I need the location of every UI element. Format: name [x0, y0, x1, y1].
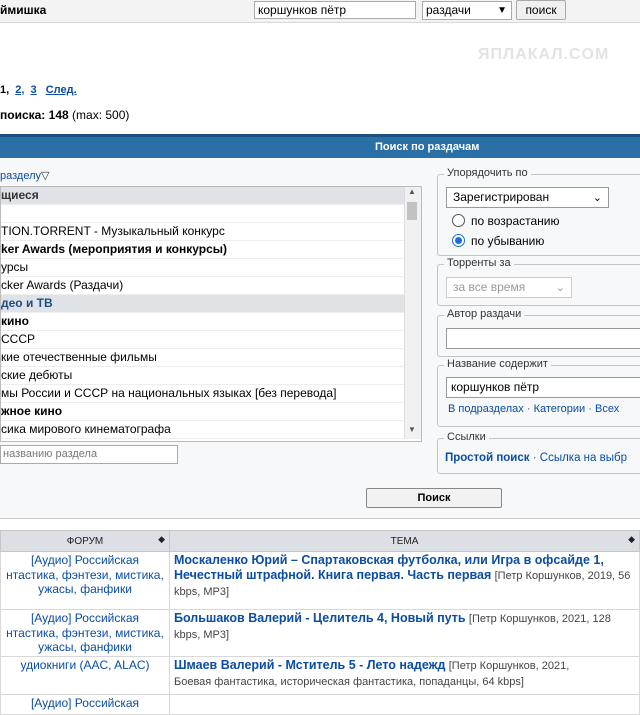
panel-header: Поиск по раздачам	[0, 134, 640, 158]
page-link-2[interactable]: 2,	[15, 84, 24, 96]
order-fieldset: Упорядочить по Зарегистрирован ⌄ по возр…	[437, 167, 640, 256]
forum-label[interactable]: разделу▽	[0, 169, 49, 182]
order-asc-label: по возрастанию	[471, 214, 560, 228]
topic-link[interactable]: Шмаев Валерий - Мститель 5 - Лето надежд	[174, 658, 445, 672]
forum-option[interactable]: кие отечественные фильмы	[1, 349, 421, 367]
links-row: Простой поиск · Ссылка на выбр	[445, 452, 627, 464]
scroll-down-icon[interactable]: ▼	[404, 425, 420, 439]
links-fieldset: Ссылки Простой поиск · Ссылка на выбр	[437, 431, 640, 474]
order-desc-label: по убыванию	[471, 234, 545, 248]
topic-cell: Большаков Валерий - Целитель 4, Новый пу…	[169, 609, 640, 657]
forum-option[interactable]: TION.TORRENT - Музыкальный конкурс	[1, 223, 421, 241]
username[interactable]: ймишка	[0, 3, 46, 17]
forum-cell[interactable]: [Аудио] Российская	[0, 693, 170, 715]
chevron-down-icon: ⌄	[555, 282, 565, 294]
next-page-link[interactable]: След.	[46, 84, 77, 96]
topic-cell: Шмаев Валерий - Мститель 5 - Лето надежд…	[169, 655, 640, 695]
forum-option[interactable]: мы России и СССР на национальных языках …	[1, 385, 421, 403]
topic-link[interactable]: Большаков Валерий - Целитель 4, Новый пу…	[174, 611, 466, 625]
sort-icon: ◆	[158, 534, 165, 544]
order-select-value: Зарегистрирован	[453, 190, 550, 204]
title-contains-input[interactable]: коршунков пётр	[446, 377, 640, 398]
forum-list-scrollbar[interactable]	[404, 187, 421, 439]
page-link-3[interactable]: 3	[31, 84, 37, 96]
forum-option[interactable]: кино	[1, 313, 421, 331]
site-watermark: ЯПЛАКАЛ.COM	[478, 46, 610, 63]
forum-option[interactable]: мы до 1990 года	[1, 439, 421, 441]
table-row: [Аудио] Российская	[0, 693, 640, 715]
table-row: [Аудио] Российская нтастика, фэнтези, ми…	[0, 609, 640, 657]
order-desc-radio[interactable]: по убыванию	[452, 234, 544, 248]
triangle-down-icon: ▽	[41, 170, 50, 182]
scroll-up-icon[interactable]: ▲	[404, 187, 420, 201]
forum-cell[interactable]: [Аудио] Российская нтастика, фэнтези, ми…	[0, 609, 170, 657]
all-option[interactable]: Всех	[595, 403, 619, 415]
top-search-input[interactable]: коршунков пётр	[254, 1, 416, 19]
radio-checked-icon	[452, 234, 465, 247]
column-topic[interactable]: ТЕМА ◆	[169, 530, 640, 552]
order-asc-radio[interactable]: по возрастанию	[452, 214, 560, 228]
results-number: 148	[48, 108, 69, 122]
chevron-down-icon: ▼	[497, 5, 507, 16]
forum-option[interactable]: жное кино	[1, 403, 421, 421]
period-select[interactable]: за все время ⌄	[446, 277, 572, 298]
forum-label-text: разделу	[0, 170, 42, 182]
forum-option[interactable]	[1, 205, 421, 223]
links-legend: Ссылки	[444, 431, 489, 443]
title-options: В подразделах · Категории · Всех	[448, 403, 620, 415]
search-scope-select[interactable]: раздачи ▼	[422, 1, 512, 20]
search-url-link[interactable]: Ссылка на выбр	[540, 452, 627, 464]
period-legend: Торренты за	[444, 257, 514, 269]
table-row: удиокниги (AAC, ALAC) Шмаев Валерий - Мст…	[0, 655, 640, 695]
period-select-value: за все время	[453, 280, 526, 294]
radio-icon	[452, 214, 465, 227]
sort-icon: ◆	[628, 534, 635, 544]
column-forum[interactable]: ФОРУМ ◆	[0, 530, 170, 552]
topic-cell: Москаленко Юрий – Спартаковская футболка…	[169, 551, 640, 610]
title-contains-fieldset: Название содержит коршунков пётр В подра…	[437, 358, 640, 427]
author-fieldset: Автор раздачи	[437, 308, 640, 357]
period-fieldset: Торренты за за все время ⌄	[437, 257, 640, 306]
forum-cell[interactable]: удиокниги (AAC, ALAC)	[0, 655, 170, 695]
forum-option[interactable]: сика мирового кинематографа	[1, 421, 421, 439]
forum-option[interactable]: ker Awards (мероприятия и конкурсы)	[1, 241, 421, 259]
order-select[interactable]: Зарегистрирован ⌄	[446, 187, 609, 208]
pagination: 1, 2, 3 След.	[0, 84, 77, 96]
forum-option[interactable]: щиеся	[1, 187, 421, 205]
chevron-down-icon: ⌄	[592, 192, 602, 204]
topic-tags: Боевая фантастика, историческая фантасти…	[174, 675, 524, 688]
topic-cell	[169, 693, 640, 715]
author-legend: Автор раздачи	[444, 308, 525, 320]
forum-option[interactable]: део и ТВ	[1, 295, 421, 313]
results-label: поиска:	[0, 108, 46, 122]
author-input[interactable]	[446, 328, 640, 349]
current-page: 1,	[0, 84, 10, 96]
order-legend: Упорядочить по	[444, 167, 531, 179]
top-search-button[interactable]: поиск	[516, 0, 566, 20]
scroll-thumb[interactable]	[407, 202, 417, 220]
subforums-option[interactable]: В подразделах	[448, 403, 524, 415]
results-max: (max: 500)	[72, 108, 130, 122]
forum-option[interactable]: cker Awards (Раздачи)	[1, 277, 421, 295]
search-scope-value: раздачи	[426, 3, 471, 17]
column-forum-label: ФОРУМ	[66, 535, 104, 547]
search-submit-button[interactable]: Поиск	[366, 488, 502, 508]
title-contains-legend: Название содержит	[444, 358, 551, 370]
forum-option[interactable]: ские дебюты	[1, 367, 421, 385]
forum-option[interactable]: СССР	[1, 331, 421, 349]
results-table: ФОРУМ ◆ ТЕМА ◆ [Аудио] Российская нтастика…	[0, 530, 640, 715]
forum-select-list[interactable]: щиеся TION.TORRENT - Музыкальный конкурс k…	[0, 186, 422, 442]
categories-option[interactable]: Категории	[534, 403, 586, 415]
forum-filter-input[interactable]: названию раздела	[0, 445, 178, 464]
topic-meta: [Петр Коршунков, 2021,	[448, 659, 570, 672]
simple-search-link[interactable]: Простой поиск	[445, 452, 530, 464]
results-count: поиска: 148 (max: 500)	[0, 108, 129, 122]
table-row: [Аудио] Российская нтастика, фэнтези, ми…	[0, 551, 640, 610]
column-topic-label: ТЕМА	[390, 535, 419, 547]
panel-title: Поиск по раздачам	[375, 141, 480, 153]
forum-cell[interactable]: [Аудио] Российская нтастика, фэнтези, ми…	[0, 551, 170, 610]
forum-option[interactable]: урсы	[1, 259, 421, 277]
